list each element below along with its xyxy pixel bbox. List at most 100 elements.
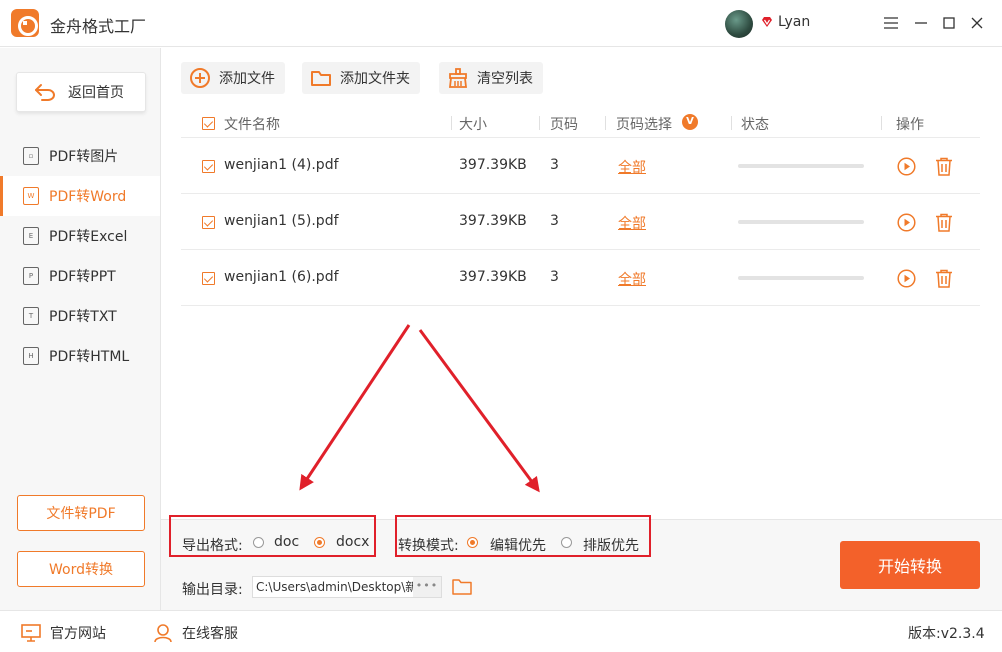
table-row: wenjian1 (4).pdf 397.39KB 3 全部: [181, 138, 980, 194]
broom-icon: [448, 68, 468, 88]
nav-item-pdf-to-word[interactable]: W PDF转Word: [0, 176, 160, 216]
page-select-link[interactable]: 全部: [618, 213, 646, 233]
version-value: v2.3.4: [940, 626, 985, 642]
output-dir-label: 输出目录:: [182, 582, 243, 598]
page-select-link[interactable]: 全部: [618, 269, 646, 289]
vip-badge: V: [682, 114, 698, 130]
row-checkbox[interactable]: [202, 272, 215, 285]
avatar[interactable]: [725, 10, 753, 38]
trash-icon[interactable]: [935, 157, 953, 176]
status-bar: 官方网站 在线客服 版本:v2.3.4: [0, 610, 1002, 652]
online-support-link[interactable]: 在线客服: [152, 623, 238, 643]
support-label: 在线客服: [182, 626, 238, 642]
nav-item-label: PDF转图片: [49, 149, 119, 165]
file-to-pdf-button[interactable]: 文件转PDF: [17, 495, 145, 531]
column-divider: [605, 116, 606, 130]
column-divider: [731, 116, 732, 130]
title-bar: 金舟格式工厂 Lyan: [0, 0, 1002, 47]
format-highlight-box: [169, 515, 376, 557]
nav-item-label: PDF转Word: [49, 189, 127, 205]
monitor-icon: [21, 624, 41, 642]
play-icon[interactable]: [897, 213, 916, 232]
file-table-header: 文件名称 大小 页码 页码选择 V 状态 操作: [181, 108, 980, 138]
arrow-to-format: [299, 324, 411, 491]
column-header-size: 大小: [459, 117, 487, 133]
trash-icon[interactable]: [935, 213, 953, 232]
maximize-icon[interactable]: [938, 12, 960, 34]
nav-item-pdf-to-ppt[interactable]: P PDF转PPT: [0, 256, 160, 296]
file-name: wenjian1 (6).pdf: [224, 269, 339, 285]
user-name[interactable]: Lyan: [778, 14, 810, 30]
table-row: wenjian1 (5).pdf 397.39KB 3 全部: [181, 194, 980, 250]
progress-bar: [738, 164, 864, 168]
clear-list-button[interactable]: 清空列表: [439, 62, 543, 94]
nav-item-pdf-to-excel[interactable]: E PDF转Excel: [0, 216, 160, 256]
play-icon[interactable]: [897, 269, 916, 288]
customer-service-icon: [154, 624, 172, 643]
row-checkbox[interactable]: [202, 216, 215, 229]
select-all-checkbox[interactable]: [202, 117, 215, 130]
back-home-label: 返回首页: [68, 85, 124, 101]
file-pages: 3: [550, 157, 559, 173]
output-dir-value: C:\Users\admin\Desktop\新: [256, 580, 418, 594]
file-pages: 3: [550, 213, 559, 229]
play-icon[interactable]: [897, 157, 916, 176]
nav-item-label: PDF转Excel: [49, 229, 128, 245]
arrow-to-mode: [418, 329, 540, 493]
close-icon[interactable]: [966, 12, 988, 34]
nav-item-pdf-to-image[interactable]: ▫ PDF转图片: [0, 136, 160, 176]
nav-item-label: PDF转PPT: [49, 269, 116, 285]
minimize-icon[interactable]: [910, 12, 932, 34]
clear-list-label: 清空列表: [477, 71, 533, 87]
trash-icon[interactable]: [935, 269, 953, 288]
progress-bar: [738, 276, 864, 280]
word-convert-button[interactable]: Word转换: [17, 551, 145, 587]
folder-icon: [311, 71, 331, 86]
app-logo-icon: [11, 9, 39, 37]
column-header-pages: 页码: [550, 117, 578, 133]
nav-item-label: PDF转HTML: [49, 349, 130, 365]
txt-file-icon: T: [23, 307, 39, 325]
browse-more-button[interactable]: •••: [413, 577, 441, 597]
file-size: 397.39KB: [459, 269, 527, 285]
nav-item-label: PDF转TXT: [49, 309, 117, 325]
column-header-actions: 操作: [896, 117, 924, 133]
version-label: 版本:: [908, 626, 941, 642]
nav-item-pdf-to-html[interactable]: H PDF转HTML: [0, 336, 160, 376]
ppt-file-icon: P: [23, 267, 39, 285]
column-header-page-select: 页码选择: [616, 117, 672, 133]
official-website-link[interactable]: 官方网站: [20, 623, 106, 643]
mode-highlight-box: [395, 515, 651, 557]
add-folder-label: 添加文件夹: [340, 71, 410, 87]
file-name: wenjian1 (4).pdf: [224, 157, 339, 173]
column-divider: [451, 116, 452, 130]
table-row: wenjian1 (6).pdf 397.39KB 3 全部: [181, 250, 980, 306]
file-size: 397.39KB: [459, 213, 527, 229]
file-pages: 3: [550, 269, 559, 285]
add-file-button[interactable]: 添加文件: [181, 62, 285, 94]
column-divider: [539, 116, 540, 130]
start-convert-button[interactable]: 开始转换: [840, 541, 980, 589]
word-file-icon: W: [23, 187, 39, 205]
back-home-button[interactable]: 返回首页: [16, 72, 146, 112]
column-header-status: 状态: [741, 117, 769, 133]
output-dir-field[interactable]: C:\Users\admin\Desktop\新 •••: [252, 576, 442, 598]
excel-file-icon: E: [23, 227, 39, 245]
html-file-icon: H: [23, 347, 39, 365]
website-label: 官方网站: [50, 626, 106, 642]
back-arrow-icon: [35, 84, 55, 101]
vip-diamond-icon: [762, 17, 772, 27]
open-folder-icon[interactable]: [452, 577, 472, 595]
version-info: 版本:v2.3.4: [908, 623, 985, 643]
sidebar: 返回首页 ▫ PDF转图片 W PDF转Word E PDF转Excel P P…: [0, 48, 161, 610]
nav-item-pdf-to-txt[interactable]: T PDF转TXT: [0, 296, 160, 336]
page-select-link[interactable]: 全部: [618, 157, 646, 177]
row-checkbox[interactable]: [202, 160, 215, 173]
menu-icon[interactable]: [880, 12, 902, 34]
add-file-label: 添加文件: [219, 71, 275, 87]
conversion-nav: ▫ PDF转图片 W PDF转Word E PDF转Excel P PDF转PP…: [0, 136, 160, 376]
column-header-name: 文件名称: [224, 117, 280, 133]
app-title: 金舟格式工厂: [50, 17, 147, 36]
add-circle-icon: [190, 68, 210, 88]
add-folder-button[interactable]: 添加文件夹: [302, 62, 420, 94]
